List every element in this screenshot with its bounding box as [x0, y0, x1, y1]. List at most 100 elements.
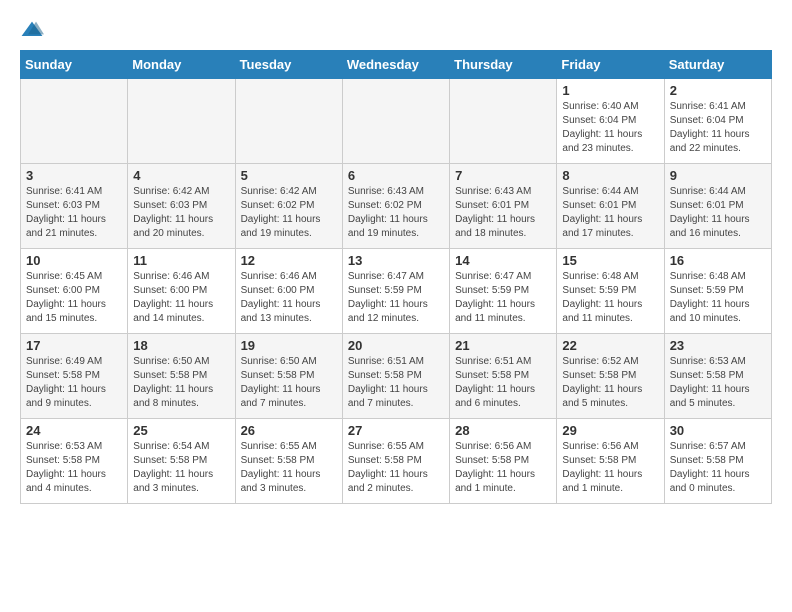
day-number: 2 [670, 83, 766, 98]
day-number: 8 [562, 168, 658, 183]
day-info: Sunrise: 6:40 AM Sunset: 6:04 PM Dayligh… [562, 100, 658, 156]
calendar-cell: 14 Sunrise: 6:47 AM Sunset: 5:59 PM Dayli… [450, 249, 557, 334]
day-number: 30 [670, 423, 766, 438]
calendar-week-4: 17 Sunrise: 6:49 AM Sunset: 5:58 PM Dayli… [21, 334, 772, 419]
day-number: 14 [455, 253, 551, 268]
calendar-cell: 6Sunrise: 6:43 AM Sunset: 6:02 PM Daylig… [342, 164, 449, 249]
calendar-cell: 27 Sunrise: 6:55 AM Sunset: 5:58 PM Dayli… [342, 419, 449, 504]
calendar-cell: 4Sunrise: 6:42 AM Sunset: 6:03 PM Daylig… [128, 164, 235, 249]
calendar-cell [128, 79, 235, 164]
day-info: Sunrise: 6:41 AM Sunset: 6:04 PM Dayligh… [670, 100, 766, 156]
day-number: 7 [455, 168, 551, 183]
weekday-header-sunday: Sunday [21, 51, 128, 79]
day-number: 5 [241, 168, 337, 183]
day-number: 4 [133, 168, 229, 183]
day-number: 13 [348, 253, 444, 268]
day-info: Sunrise: 6:53 AM Sunset: 5:58 PM Dayligh… [26, 440, 122, 496]
day-number: 22 [562, 338, 658, 353]
day-number: 21 [455, 338, 551, 353]
calendar-cell: 30Sunrise: 6:57 AM Sunset: 5:58 PM Dayli… [664, 419, 771, 504]
day-info: Sunrise: 6:46 AM Sunset: 6:00 PM Dayligh… [133, 270, 229, 326]
calendar-cell: 5 Sunrise: 6:42 AM Sunset: 6:02 PM Daylig… [235, 164, 342, 249]
calendar-cell: 22Sunrise: 6:52 AM Sunset: 5:58 PM Dayli… [557, 334, 664, 419]
calendar-cell: 11Sunrise: 6:46 AM Sunset: 6:00 PM Dayli… [128, 249, 235, 334]
day-number: 1 [562, 83, 658, 98]
day-info: Sunrise: 6:55 AM Sunset: 5:58 PM Dayligh… [241, 440, 337, 496]
logo [20, 20, 48, 40]
day-number: 10 [26, 253, 122, 268]
day-info: Sunrise: 6:42 AM Sunset: 6:02 PM Dayligh… [241, 185, 337, 241]
day-info: Sunrise: 6:55 AM Sunset: 5:58 PM Dayligh… [348, 440, 444, 496]
calendar-cell: 1 Sunrise: 6:40 AM Sunset: 6:04 PM Daylig… [557, 79, 664, 164]
calendar-cell [342, 79, 449, 164]
calendar-cell: 28 Sunrise: 6:56 AM Sunset: 5:58 PM Dayli… [450, 419, 557, 504]
day-info: Sunrise: 6:44 AM Sunset: 6:01 PM Dayligh… [670, 185, 766, 241]
calendar-cell: 8 Sunrise: 6:44 AM Sunset: 6:01 PM Daylig… [557, 164, 664, 249]
calendar-week-5: 24 Sunrise: 6:53 AM Sunset: 5:58 PM Dayli… [21, 419, 772, 504]
day-number: 28 [455, 423, 551, 438]
calendar-cell: 12Sunrise: 6:46 AM Sunset: 6:00 PM Dayli… [235, 249, 342, 334]
day-info: Sunrise: 6:51 AM Sunset: 5:58 PM Dayligh… [348, 355, 444, 411]
day-number: 29 [562, 423, 658, 438]
day-number: 26 [241, 423, 337, 438]
day-number: 17 [26, 338, 122, 353]
calendar-cell: 16 Sunrise: 6:48 AM Sunset: 5:59 PM Dayli… [664, 249, 771, 334]
day-number: 24 [26, 423, 122, 438]
calendar-cell: 19Sunrise: 6:50 AM Sunset: 5:58 PM Dayli… [235, 334, 342, 419]
logo-icon [20, 20, 44, 40]
day-number: 9 [670, 168, 766, 183]
weekday-header-monday: Monday [128, 51, 235, 79]
day-info: Sunrise: 6:50 AM Sunset: 5:58 PM Dayligh… [133, 355, 229, 411]
weekday-header-wednesday: Wednesday [342, 51, 449, 79]
day-info: Sunrise: 6:53 AM Sunset: 5:58 PM Dayligh… [670, 355, 766, 411]
day-info: Sunrise: 6:48 AM Sunset: 5:59 PM Dayligh… [562, 270, 658, 326]
calendar-cell: 18Sunrise: 6:50 AM Sunset: 5:58 PM Dayli… [128, 334, 235, 419]
calendar-cell: 20 Sunrise: 6:51 AM Sunset: 5:58 PM Dayli… [342, 334, 449, 419]
day-info: Sunrise: 6:47 AM Sunset: 5:59 PM Dayligh… [455, 270, 551, 326]
calendar-cell: 2 Sunrise: 6:41 AM Sunset: 6:04 PM Daylig… [664, 79, 771, 164]
calendar-cell: 13 Sunrise: 6:47 AM Sunset: 5:59 PM Dayli… [342, 249, 449, 334]
calendar-week-1: 1 Sunrise: 6:40 AM Sunset: 6:04 PM Daylig… [21, 79, 772, 164]
calendar-cell: 9 Sunrise: 6:44 AM Sunset: 6:01 PM Daylig… [664, 164, 771, 249]
day-info: Sunrise: 6:44 AM Sunset: 6:01 PM Dayligh… [562, 185, 658, 241]
day-number: 25 [133, 423, 229, 438]
header [20, 20, 772, 40]
weekday-header-tuesday: Tuesday [235, 51, 342, 79]
day-number: 15 [562, 253, 658, 268]
day-info: Sunrise: 6:51 AM Sunset: 5:58 PM Dayligh… [455, 355, 551, 411]
day-info: Sunrise: 6:56 AM Sunset: 5:58 PM Dayligh… [562, 440, 658, 496]
calendar-week-2: 3 Sunrise: 6:41 AM Sunset: 6:03 PM Daylig… [21, 164, 772, 249]
calendar-table: SundayMondayTuesdayWednesdayThursdayFrid… [20, 50, 772, 504]
calendar-cell [450, 79, 557, 164]
calendar-cell: 7Sunrise: 6:43 AM Sunset: 6:01 PM Daylig… [450, 164, 557, 249]
day-info: Sunrise: 6:54 AM Sunset: 5:58 PM Dayligh… [133, 440, 229, 496]
weekday-header-saturday: Saturday [664, 51, 771, 79]
calendar-cell: 26 Sunrise: 6:55 AM Sunset: 5:58 PM Dayli… [235, 419, 342, 504]
day-info: Sunrise: 6:47 AM Sunset: 5:59 PM Dayligh… [348, 270, 444, 326]
calendar-cell: 25 Sunrise: 6:54 AM Sunset: 5:58 PM Dayli… [128, 419, 235, 504]
day-number: 3 [26, 168, 122, 183]
calendar-cell: 21 Sunrise: 6:51 AM Sunset: 5:58 PM Dayli… [450, 334, 557, 419]
day-info: Sunrise: 6:48 AM Sunset: 5:59 PM Dayligh… [670, 270, 766, 326]
day-info: Sunrise: 6:49 AM Sunset: 5:58 PM Dayligh… [26, 355, 122, 411]
calendar-cell [235, 79, 342, 164]
calendar-cell: 3 Sunrise: 6:41 AM Sunset: 6:03 PM Daylig… [21, 164, 128, 249]
calendar-cell: 23 Sunrise: 6:53 AM Sunset: 5:58 PM Dayli… [664, 334, 771, 419]
day-number: 27 [348, 423, 444, 438]
calendar-week-3: 10Sunrise: 6:45 AM Sunset: 6:00 PM Dayli… [21, 249, 772, 334]
day-info: Sunrise: 6:46 AM Sunset: 6:00 PM Dayligh… [241, 270, 337, 326]
calendar-cell: 24 Sunrise: 6:53 AM Sunset: 5:58 PM Dayli… [21, 419, 128, 504]
day-info: Sunrise: 6:41 AM Sunset: 6:03 PM Dayligh… [26, 185, 122, 241]
calendar-cell: 10Sunrise: 6:45 AM Sunset: 6:00 PM Dayli… [21, 249, 128, 334]
calendar-cell: 15 Sunrise: 6:48 AM Sunset: 5:59 PM Dayli… [557, 249, 664, 334]
day-number: 16 [670, 253, 766, 268]
weekday-header-row: SundayMondayTuesdayWednesdayThursdayFrid… [21, 51, 772, 79]
day-number: 20 [348, 338, 444, 353]
calendar-cell: 29 Sunrise: 6:56 AM Sunset: 5:58 PM Dayli… [557, 419, 664, 504]
calendar-cell [21, 79, 128, 164]
weekday-header-friday: Friday [557, 51, 664, 79]
calendar-cell: 17 Sunrise: 6:49 AM Sunset: 5:58 PM Dayli… [21, 334, 128, 419]
weekday-header-thursday: Thursday [450, 51, 557, 79]
day-info: Sunrise: 6:56 AM Sunset: 5:58 PM Dayligh… [455, 440, 551, 496]
day-number: 23 [670, 338, 766, 353]
